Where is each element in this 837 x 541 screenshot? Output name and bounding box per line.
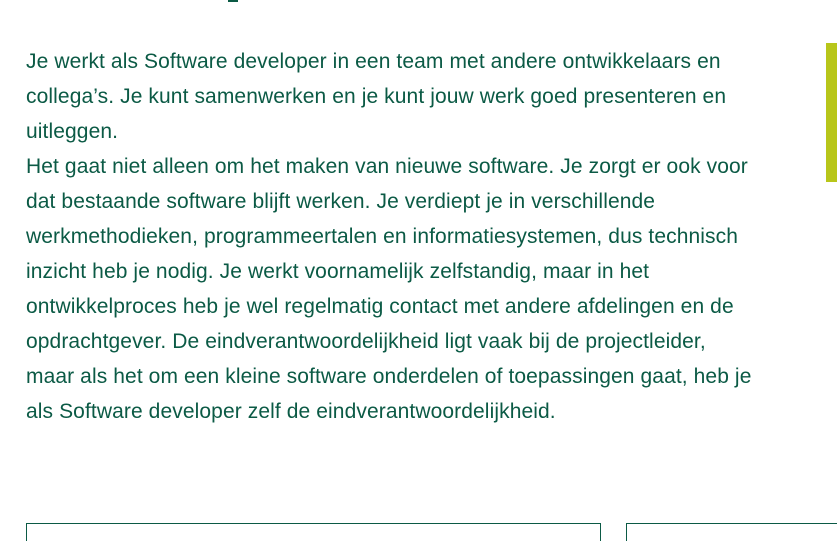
side-accent-bar xyxy=(826,43,837,182)
description-line: Het gaat niet alleen om het maken van ni… xyxy=(26,155,748,178)
description-line: inzicht heb je nodig. Je werkt voornamel… xyxy=(26,260,650,283)
job-description-text: Je werkt als Software developer in een t… xyxy=(26,44,806,429)
description-line: dat bestaande software blijft werken. Je… xyxy=(26,190,656,213)
description-line: maar als het om een kleine software onde… xyxy=(26,365,752,388)
description-line: uitleggen. xyxy=(26,120,119,143)
description-line: Je werkt als Software developer in een t… xyxy=(26,50,721,73)
info-card-right[interactable] xyxy=(626,523,837,541)
description-line: opdrachtgever. De eindverantwoordelijkhe… xyxy=(26,330,706,353)
top-underline-fragment xyxy=(228,0,238,2)
description-line: als Software developer zelf de eindveran… xyxy=(26,400,556,423)
description-line: ontwikkelproces heb je wel regelmatig co… xyxy=(26,295,734,318)
description-line: collega’s. Je kunt samenwerken en je kun… xyxy=(26,85,727,108)
description-line: werkmethodieken, programmeertalen en inf… xyxy=(26,225,739,248)
info-card-left[interactable] xyxy=(26,523,601,541)
